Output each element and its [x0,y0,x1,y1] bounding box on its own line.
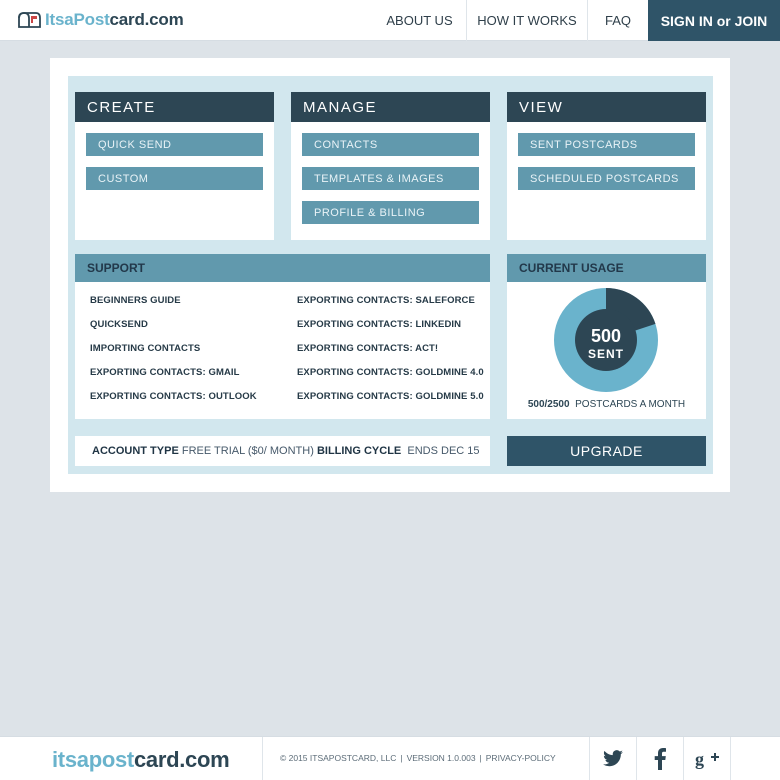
logo-text: ItsaPostcard.com [45,10,184,30]
support-link[interactable]: EXPORTING CONTACTS: OUTLOOK [90,391,257,402]
scheduled-postcards-button[interactable]: SCHEDULED POSTCARDS [518,167,695,190]
manage-heading: MANAGE [291,92,490,122]
nav-how-it-works[interactable]: HOW IT WORKS [466,0,587,41]
support-link[interactable]: EXPORTING CONTACTS: GMAIL [90,367,257,378]
usage-summary: 500/2500 POSTCARDS A MONTH [507,399,706,410]
usage-sent-label: SENT [588,347,624,361]
twitter-icon[interactable] [590,737,636,780]
templates-images-button[interactable]: TEMPLATES & IMAGES [302,167,479,190]
support-heading: SUPPORT [75,254,490,282]
support-link[interactable]: EXPORTING CONTACTS: GOLDMINE 4.0 [297,367,484,378]
custom-button[interactable]: CUSTOM [86,167,263,190]
create-section: CREATE QUICK SEND CUSTOM [75,92,274,240]
footer-logo[interactable]: itsapostcard.com [52,747,230,773]
google-plus-glyph: g [695,749,719,769]
usage-summary-count: 500/2500 [527,399,570,410]
dashboard-panel: CREATE QUICK SEND CUSTOM MANAGE CONTACTS… [68,76,713,474]
facebook-icon[interactable] [637,737,683,780]
facebook-glyph [654,748,666,770]
main-nav: ABOUT US HOW IT WORKS FAQ SIGN IN or JOI… [373,0,780,41]
svg-text:g: g [695,749,704,769]
nav-faq[interactable]: FAQ [587,0,648,41]
footer: itsapostcard.com © 2015 ITSAPOSTCARD, LL… [0,736,780,780]
sent-postcards-button[interactable]: SENT POSTCARDS [518,133,695,156]
copyright-text: © 2015 ITSAPOSTCARD, LLC [280,753,397,763]
account-info-bar: ACCOUNT TYPE FREE TRIAL ($0/ MONTH) BILL… [75,436,490,466]
footer-separator: | [400,753,403,763]
create-heading: CREATE [75,92,274,122]
google-plus-icon[interactable]: g [684,737,730,780]
current-usage-section: CURRENT USAGE 500 SENT 500/2500 POSTCARD… [507,254,706,419]
view-section: VIEW SENT POSTCARDS SCHEDULED POSTCARDS [507,92,706,240]
support-link[interactable]: BEGINNERS GUIDE [90,295,257,306]
support-link[interactable]: EXPORTING CONTACTS: ACT! [297,343,484,354]
quick-send-button[interactable]: QUICK SEND [86,133,263,156]
sign-in-join-button[interactable]: SIGN IN or JOIN [648,0,780,41]
usage-summary-label: POSTCARDS A MONTH [575,399,686,410]
footer-separator: | [479,753,482,763]
manage-section: MANAGE CONTACTS TEMPLATES & IMAGES PROFI… [291,92,490,240]
site-logo[interactable]: ItsaPostcard.com [16,8,184,32]
support-link[interactable]: EXPORTING CONTACTS: SALEFORCE [297,295,484,306]
footer-logo-part2: card.com [133,747,230,772]
support-link[interactable]: IMPORTING CONTACTS [90,343,257,354]
footer-info: © 2015 ITSAPOSTCARD, LLC | VERSION 1.0.003… [280,753,556,763]
contacts-button[interactable]: CONTACTS [302,133,479,156]
account-type-label: ACCOUNT TYPE [92,445,179,457]
billing-cycle-label: BILLING CYCLE [316,445,402,457]
dashboard-card: CREATE QUICK SEND CUSTOM MANAGE CONTACTS… [50,58,730,492]
footer-divider [262,737,263,780]
support-links-left: BEGINNERS GUIDE QUICKSEND IMPORTING CONT… [90,295,257,402]
upgrade-button[interactable]: UPGRADE [507,436,706,466]
mailbox-icon [18,12,41,28]
footer-divider [730,737,731,780]
privacy-policy-link[interactable]: PRIVACY-POLICY [486,753,556,763]
support-link[interactable]: EXPORTING CONTACTS: LINKEDIN [297,319,484,330]
support-link[interactable]: QUICKSEND [90,319,257,330]
logo-text-part2: card.com [109,10,184,29]
support-links-right: EXPORTING CONTACTS: SALEFORCE EXPORTING … [297,295,484,402]
support-link[interactable]: EXPORTING CONTACTS: GOLDMINE 5.0 [297,391,484,402]
footer-logo-part1: itsapost [52,747,134,772]
top-navigation: ItsaPostcard.com ABOUT US HOW IT WORKS F… [0,0,780,41]
usage-donut-chart: 500 SENT [554,288,658,392]
support-section: SUPPORT BEGINNERS GUIDE QUICKSEND IMPORT… [75,254,490,419]
billing-cycle-value: ENDS DEC 15 [407,445,480,457]
version-text: VERSION 1.0.003 [406,753,476,763]
profile-billing-button[interactable]: PROFILE & BILLING [302,201,479,224]
nav-about-us[interactable]: ABOUT US [373,0,466,41]
account-type-value: FREE TRIAL ($0/ MONTH) [181,445,314,457]
twitter-glyph [603,750,623,767]
usage-sent-number: 500 [591,326,621,346]
logo-text-part1: ItsaPost [45,10,110,29]
view-heading: VIEW [507,92,706,122]
current-usage-heading: CURRENT USAGE [507,254,706,282]
